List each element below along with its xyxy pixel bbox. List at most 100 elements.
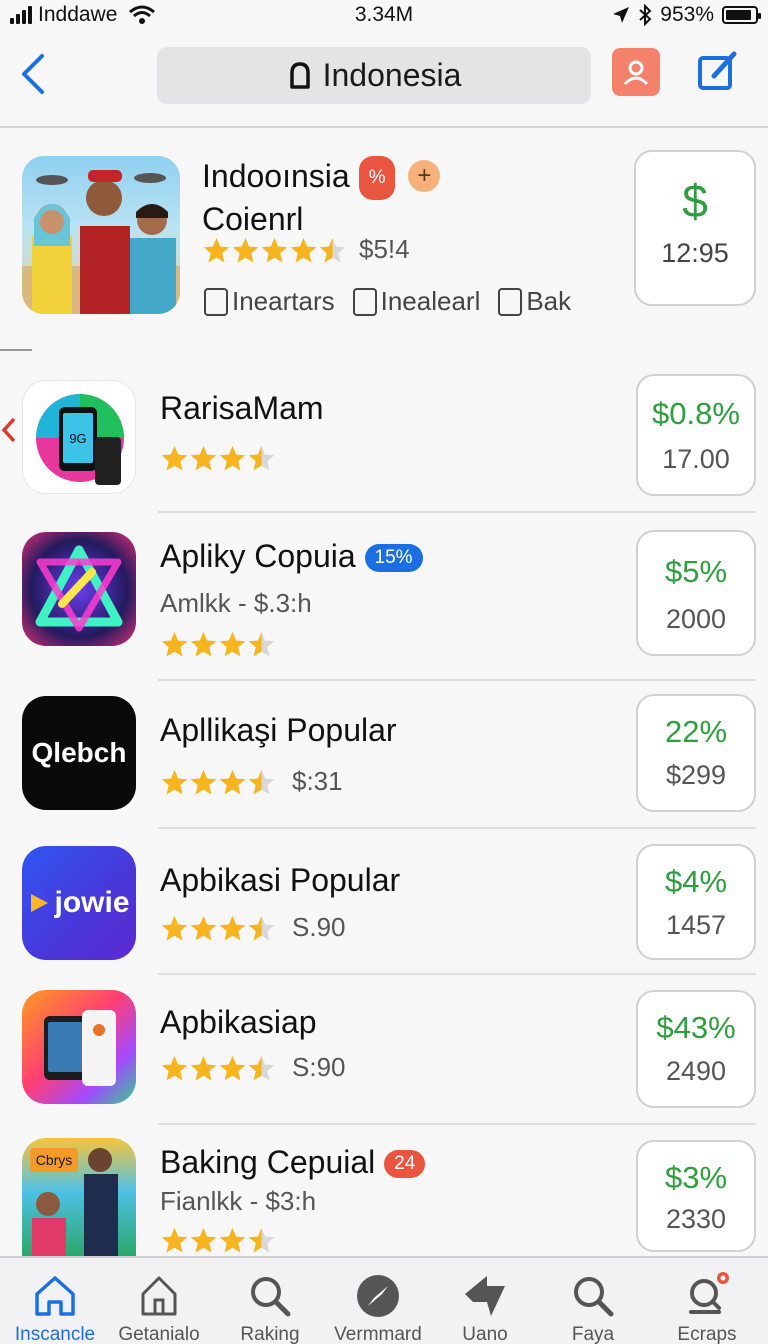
tab-inscancle[interactable]: Inscancle [0, 1258, 110, 1344]
star-rating [160, 1226, 276, 1254]
app-name: Apliky Copuia [160, 538, 356, 574]
app-name: Baking Cepuial [160, 1144, 376, 1180]
count-badge: 24 [384, 1150, 426, 1178]
bag-icon [289, 61, 310, 89]
tab-getanialo[interactable]: Getanialo [104, 1258, 214, 1344]
star-icon [248, 445, 275, 471]
price-top: $0.8% [652, 396, 740, 431]
checkbox-icon [352, 287, 377, 316]
add-badge[interactable]: + [408, 160, 441, 192]
person-icon [623, 60, 649, 86]
navigation-bar: Indonesia [0, 38, 768, 126]
star-icon [248, 1055, 275, 1080]
star-rating [160, 630, 276, 658]
phone-icon: 9G [22, 380, 136, 494]
play-logo-icon: jowie [22, 846, 136, 960]
app-name-with-badge: Apliky Copuia 15% [160, 538, 423, 575]
star-icon [190, 915, 217, 940]
featured-app-image [22, 156, 180, 314]
tag-item[interactable]: Bak [498, 286, 571, 317]
row-divider [158, 973, 756, 975]
status-bar: Inddawe 3.34M 953% [0, 0, 768, 30]
photo-people-icon: Cbrys [22, 1138, 136, 1256]
star-icon [161, 445, 188, 471]
app-name: RarisaMam [160, 390, 324, 426]
star-rating [160, 1054, 276, 1082]
app-name: Apbikasiap [160, 1004, 317, 1040]
star-icon [232, 237, 259, 262]
row-divider [158, 827, 756, 829]
tab-uano[interactable]: Uano [430, 1258, 540, 1344]
app-subtitle: Amlkk - $.3:h [160, 588, 312, 618]
price-button[interactable]: $0.8% 17.00 [636, 374, 756, 496]
app-name-with-badge: Baking Cepuial 24 [160, 1144, 426, 1181]
list-item[interactable]: Qlebch Apllikaşi Popular $:31 22% $299 [0, 694, 768, 828]
star-icon [219, 631, 246, 657]
star-icon [219, 1055, 246, 1080]
price-bottom: 2330 [665, 1204, 727, 1234]
search-field[interactable]: Indonesia [157, 47, 591, 104]
tab-faya[interactable]: Faya [538, 1258, 648, 1344]
notification-search-icon [689, 1272, 729, 1314]
star-icon [161, 631, 188, 657]
back-chevron-icon[interactable] [16, 52, 56, 96]
price-button[interactable]: $4% 1457 [636, 844, 756, 960]
featured-tags: Ineartars Inealearl Bak [204, 286, 571, 317]
compose-button[interactable] [694, 48, 742, 96]
star-icon [161, 1055, 188, 1080]
profile-button[interactable] [612, 48, 660, 96]
discount-badge: % [358, 156, 396, 200]
house-outline-icon [141, 1276, 177, 1316]
compass-icon [357, 1275, 399, 1317]
app-name: Apbikasi Popular [160, 862, 401, 898]
tag-item[interactable]: Ineartars [204, 286, 335, 317]
list-item[interactable]: jowie Apbikasi Popular S.90 $4% 1457 [0, 844, 768, 974]
tab-ecraps[interactable]: Ecraps [652, 1258, 762, 1344]
featured-rating: $5!4 [202, 234, 410, 265]
list-item[interactable]: Apbikasiap S:90 $43% 2490 [0, 990, 768, 1128]
price-bottom: 12:95 [661, 238, 729, 268]
star-icon [190, 1055, 217, 1080]
featured-price-button[interactable]: $ 12:95 [634, 150, 756, 306]
featured-app[interactable]: Indooınsia % + Coienrl $5!4 Ineartars In… [0, 140, 768, 340]
discount-badge: 15% [364, 544, 423, 572]
signal-icon [10, 6, 32, 24]
list-item[interactable]: Apliky Copuia 15% Amlkk - $.3:h $5% 2000 [0, 530, 768, 680]
row-divider [158, 1123, 756, 1125]
star-icon [248, 1227, 275, 1253]
svg-text:9G: 9G [69, 431, 86, 446]
tag-item[interactable]: Inealearl [352, 286, 480, 317]
home-icon [35, 1276, 75, 1316]
app-extra: S:90 [292, 1052, 346, 1082]
price-button[interactable]: $5% 2000 [636, 530, 756, 656]
price-top: $4% [664, 864, 728, 899]
search-icon [574, 1277, 614, 1317]
neon-triangle-icon [22, 532, 136, 646]
tab-raking[interactable]: Raking [215, 1258, 325, 1344]
star-icon [161, 769, 188, 794]
star-icon [219, 769, 246, 794]
divider [0, 349, 32, 351]
price-bottom: $299 [665, 760, 727, 790]
arrow-icon [465, 1276, 505, 1316]
price-button[interactable]: $43% 2490 [636, 990, 756, 1108]
price-top: $5% [664, 554, 728, 589]
tab-bar: Inscancle Getanialo Raking Vermmard Uano [0, 1256, 768, 1344]
price-top: $3% [664, 1160, 728, 1195]
tab-vermmard[interactable]: Vermmard [323, 1258, 433, 1344]
star-rating [160, 768, 276, 796]
app-subtitle: Fianlkk - $3:h [160, 1186, 317, 1216]
price-bottom: 17.00 [662, 444, 730, 474]
row-divider [158, 511, 756, 513]
star-icon [190, 1227, 217, 1253]
price-button[interactable]: 22% $299 [636, 694, 756, 812]
list-item[interactable]: 9G RarisaMam $0.8% 17.00 [0, 372, 768, 512]
app-rating: S:90 [160, 1052, 346, 1083]
header-divider [0, 126, 768, 128]
price-button[interactable]: $3% 2330 [636, 1140, 756, 1252]
featured-app-title: Indooınsia % + Coienrl [202, 156, 452, 238]
app-rating: S.90 [160, 912, 346, 943]
featured-price-text: $5!4 [359, 234, 410, 264]
list-item[interactable]: Cbrys Baking Cepuial 24 Fianlkk - $3:h $… [0, 1138, 768, 1256]
star-icon [248, 631, 275, 657]
